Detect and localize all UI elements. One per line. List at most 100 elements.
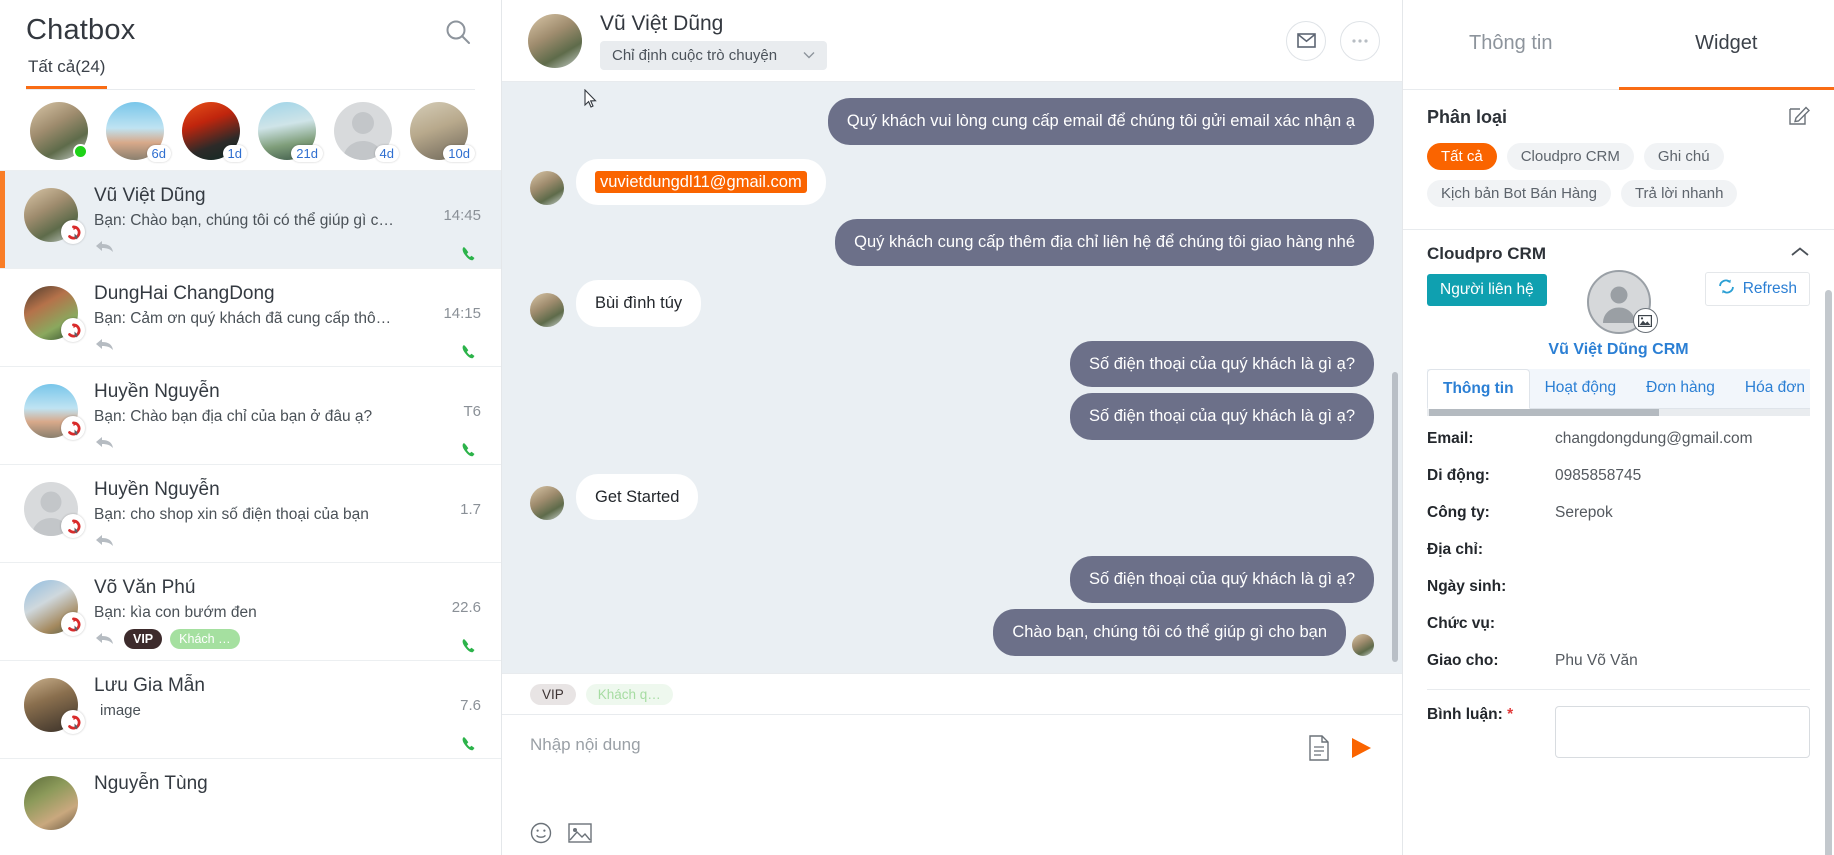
refresh-button[interactable]: Refresh bbox=[1704, 272, 1810, 306]
message-bubble: Số điện thoại của quý khách là gì ạ? bbox=[1069, 556, 1374, 603]
avatar bbox=[24, 384, 85, 440]
conversation-filter-tabs: Tất cả(24) bbox=[26, 55, 475, 90]
field-comment: Bình luận: * bbox=[1427, 706, 1810, 758]
message-composer: Nhập nội dung bbox=[502, 715, 1402, 855]
send-icon[interactable] bbox=[1348, 735, 1374, 766]
list-item[interactable]: 21d bbox=[258, 102, 323, 162]
reply-icon bbox=[96, 241, 113, 252]
details-scrollbar[interactable] bbox=[1825, 290, 1832, 855]
message-list: Quý khách vui lòng cung cấp email để chú… bbox=[502, 82, 1402, 673]
tab-widget[interactable]: Widget bbox=[1618, 0, 1834, 90]
online-dot bbox=[73, 144, 88, 159]
reply-icon bbox=[96, 339, 113, 350]
conversation-right: 22.6 bbox=[413, 577, 487, 653]
emoji-icon[interactable] bbox=[530, 822, 552, 849]
conversation-meta: VIP Khách … bbox=[94, 628, 413, 650]
chat-panel: Vũ Việt Dũng Chỉ định cuộc trò chuyện Qu… bbox=[502, 0, 1402, 855]
chat-header-info: Vũ Việt Dũng Chỉ định cuộc trò chuyện bbox=[582, 12, 1286, 70]
conversation-item[interactable]: Vũ Việt Dũng Bạn: Chào bạn, chúng tôi có… bbox=[0, 171, 501, 269]
field-label: Giao cho: bbox=[1427, 652, 1499, 669]
comment-textarea[interactable] bbox=[1555, 706, 1810, 758]
list-item[interactable]: 6d bbox=[106, 102, 171, 162]
assign-conversation-select[interactable]: Chỉ định cuộc trò chuyện bbox=[600, 40, 828, 70]
conversation-item[interactable]: Huyền Nguyễn Bạn: cho shop xin số điện t… bbox=[0, 465, 501, 563]
phone-icon[interactable] bbox=[459, 636, 481, 663]
chip-tra-loi-nhanh[interactable]: Trả lời nhanh bbox=[1620, 180, 1738, 207]
crm-tab-don-hang[interactable]: Đơn hàng bbox=[1631, 369, 1730, 408]
list-item[interactable]: 4d bbox=[334, 102, 399, 162]
details-panel: Thông tin Widget Phân loại Tất cả Cloudp… bbox=[1402, 0, 1834, 855]
contact-person-button[interactable]: Người liên hệ bbox=[1427, 274, 1547, 306]
message-bubble: Quý khách cung cấp thêm địa chỉ liên hệ … bbox=[835, 219, 1374, 266]
more-horizontal-icon[interactable] bbox=[1340, 20, 1380, 61]
conversation-item[interactable]: Lưu Gia Mẫn image 7.6 bbox=[0, 661, 501, 759]
chevron-up-icon[interactable] bbox=[1790, 245, 1810, 263]
composer-tools bbox=[1308, 735, 1374, 766]
avatar bbox=[530, 486, 564, 521]
status-badge: Khách … bbox=[170, 629, 240, 649]
chat-header-actions bbox=[1286, 20, 1380, 61]
chip-kich-ban-bot[interactable]: Kịch bản Bot Bán Hàng bbox=[1427, 180, 1611, 207]
conversation-time: 14:15 bbox=[443, 305, 481, 322]
source-icon bbox=[61, 710, 85, 734]
tab-all[interactable]: Tất cả(24) bbox=[26, 55, 108, 89]
message-bubble: Số điện thoại của quý khách là gì ạ? bbox=[1069, 340, 1374, 388]
conversation-name: Huyền Nguyễn bbox=[94, 479, 220, 500]
crm-tab-thong-tin[interactable]: Thông tin bbox=[1427, 369, 1530, 409]
status-badge[interactable]: Khách q… bbox=[585, 683, 673, 705]
chip-ghi-chu[interactable]: Ghi chú bbox=[1643, 143, 1724, 170]
edit-icon[interactable] bbox=[1788, 104, 1810, 131]
list-item[interactable]: 10d bbox=[410, 102, 475, 162]
section-title: Phân loại bbox=[1427, 107, 1508, 127]
message-row: Get Started bbox=[530, 473, 1374, 521]
tab-thong-tin[interactable]: Thông tin bbox=[1403, 0, 1619, 90]
message-scrollbar[interactable] bbox=[1392, 372, 1398, 662]
field-birthday: Ngày sinh: bbox=[1427, 578, 1810, 596]
conversation-snippet: Bạn: cho shop xin số điện thoại của bạn bbox=[94, 506, 369, 523]
search-icon[interactable] bbox=[443, 17, 473, 47]
conversation-list-panel: Chatbox Tất cả(24) 6d 1d 21d 4d 10d Vũ V… bbox=[0, 0, 502, 855]
phone-icon[interactable] bbox=[459, 440, 481, 467]
field-label: Địa chỉ: bbox=[1427, 541, 1483, 558]
chip-tat-ca[interactable]: Tất cả bbox=[1427, 143, 1497, 170]
page-title: Chatbox bbox=[26, 14, 136, 46]
chip-cloudpro-crm[interactable]: Cloudpro CRM bbox=[1506, 143, 1634, 170]
phone-icon[interactable] bbox=[459, 342, 481, 369]
source-icon bbox=[61, 416, 85, 440]
document-icon[interactable] bbox=[1308, 735, 1330, 766]
crm-fields: Email: changdongdung@gmail.com Di động: … bbox=[1403, 416, 1834, 758]
conversation-item[interactable]: Nguyễn Tùng bbox=[0, 759, 501, 855]
phone-icon[interactable] bbox=[459, 734, 481, 761]
phone-icon[interactable] bbox=[459, 244, 481, 271]
conversation-right: 1.7 bbox=[413, 479, 487, 548]
story-avatar-row: 6d 1d 21d 4d 10d bbox=[0, 90, 501, 171]
avatar bbox=[24, 678, 85, 734]
avatar bbox=[528, 13, 582, 68]
image-upload-icon[interactable] bbox=[1632, 308, 1658, 333]
conversation-time: 14:45 bbox=[443, 207, 481, 224]
conversation-tag-bar: VIP Khách q… bbox=[502, 673, 1402, 715]
conversation-item[interactable]: Võ Văn Phú Bạn: kìa con bướm đen VIP Khá… bbox=[0, 563, 501, 661]
crm-tab-hoat-dong[interactable]: Hoạt động bbox=[1530, 369, 1632, 408]
crm-profile-name: Vũ Việt Dũng CRM bbox=[1548, 341, 1689, 358]
conversation-text: Huyền Nguyễn Bạn: cho shop xin số điện t… bbox=[78, 479, 413, 548]
conversation-text: Nguyễn Tùng bbox=[78, 773, 413, 842]
crm-tabs-scrollbar[interactable] bbox=[1427, 409, 1810, 416]
image-icon[interactable] bbox=[568, 823, 592, 848]
envelope-icon[interactable] bbox=[1286, 20, 1326, 61]
field-assigned-to: Giao cho: Phu Võ Văn bbox=[1427, 652, 1810, 670]
conversation-item[interactable]: DungHai ChangDong Bạn: Cảm ơn quý khách … bbox=[0, 269, 501, 367]
field-label: Chức vụ: bbox=[1427, 615, 1496, 632]
crm-tab-hoa-don[interactable]: Hóa đơn bbox=[1730, 369, 1820, 408]
conversation-time: T6 bbox=[463, 403, 481, 420]
conversation-text: Vũ Việt Dũng Bạn: Chào bạn, chúng tôi có… bbox=[78, 185, 413, 254]
field-value: Phu Võ Văn bbox=[1555, 652, 1638, 669]
left-panel-header: Chatbox Tất cả(24) bbox=[0, 0, 501, 90]
status-badge[interactable]: VIP bbox=[530, 683, 576, 705]
list-item[interactable] bbox=[30, 102, 88, 160]
list-item[interactable]: 1d bbox=[182, 102, 247, 162]
message-input[interactable]: Nhập nội dung bbox=[530, 735, 1374, 755]
conversation-meta bbox=[94, 334, 413, 356]
conversation-item[interactable]: Huyền Nguyễn Bạn: Chào bạn địa chỉ của b… bbox=[0, 367, 501, 465]
field-label: Bình luận: * bbox=[1427, 706, 1555, 758]
